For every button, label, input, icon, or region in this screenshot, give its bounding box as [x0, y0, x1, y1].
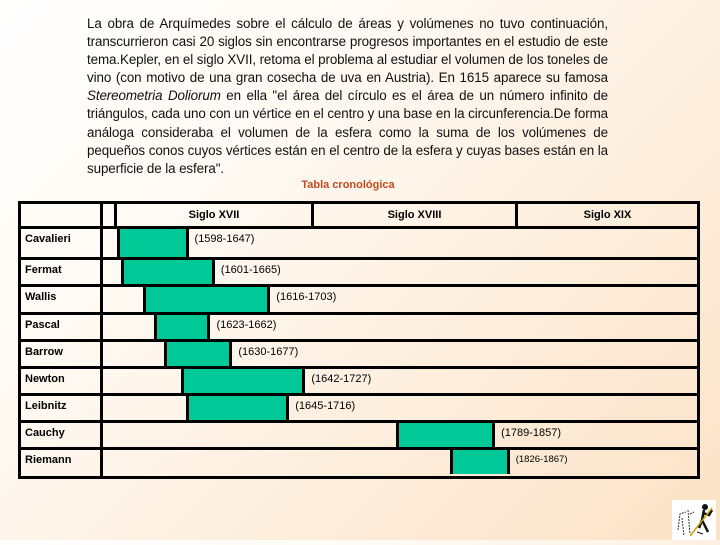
lifespan-label: (1601-1665) [220, 264, 281, 276]
book-title: Stereometria Doliorum [87, 88, 221, 104]
row-divider [18, 257, 697, 260]
lifespan-bar [181, 369, 306, 393]
header-siglo-xviii: Siglo XVIII [387, 209, 442, 221]
lifespan-label: (1789-1857) [501, 427, 562, 439]
row-divider [18, 312, 697, 315]
row-divider [18, 284, 697, 287]
lifespan-bar [117, 229, 189, 257]
header-siglo-xix: Siglo XIX [583, 209, 632, 221]
lifespan-bar [449, 450, 510, 474]
lifespan-bar [395, 423, 496, 447]
lifespan-label: (1598-1647) [194, 233, 255, 245]
row-divider [18, 447, 697, 450]
row-divider [18, 420, 697, 423]
row-divider [18, 366, 697, 369]
lifespan-bar [185, 396, 290, 420]
row-divider [18, 393, 697, 396]
mathematician-name: Fermat [25, 264, 62, 276]
mathematician-name: Barrow [25, 346, 63, 358]
lifespan-label: (1826-1867) [515, 454, 568, 465]
lifespan-bar [153, 315, 211, 339]
lifespan-label: (1623-1662) [216, 319, 277, 331]
lifespan-label: (1630-1677) [238, 346, 299, 358]
mathematician-name: Leibnitz [25, 400, 67, 412]
header-siglo-xvii: Siglo XVII [188, 209, 240, 221]
lifespan-label: (1645-1716) [295, 400, 356, 412]
lifespan-label: (1642-1727) [311, 373, 372, 385]
mathematician-name: Cauchy [25, 427, 65, 439]
mathematician-name: Wallis [25, 291, 57, 303]
lifespan-bar [163, 342, 233, 366]
mathematician-name: Newton [25, 373, 65, 385]
intro-paragraph: La obra de Arquímedes sobre el cálculo d… [87, 15, 608, 178]
lifespan-bar [143, 287, 271, 312]
mathematician-name: Riemann [25, 454, 72, 466]
table-title: Tabla cronológica [301, 179, 395, 191]
archimedes-drawing-clipart-icon [672, 500, 716, 540]
mathematician-name: Pascal [25, 319, 60, 331]
lifespan-bar [121, 260, 215, 284]
row-divider [18, 339, 697, 342]
mathematician-name: Cavalieri [25, 233, 71, 245]
paragraph-text-1: La obra de Arquímedes sobre el cálculo d… [87, 16, 608, 86]
lifespan-label: (1616-1703) [276, 291, 337, 303]
